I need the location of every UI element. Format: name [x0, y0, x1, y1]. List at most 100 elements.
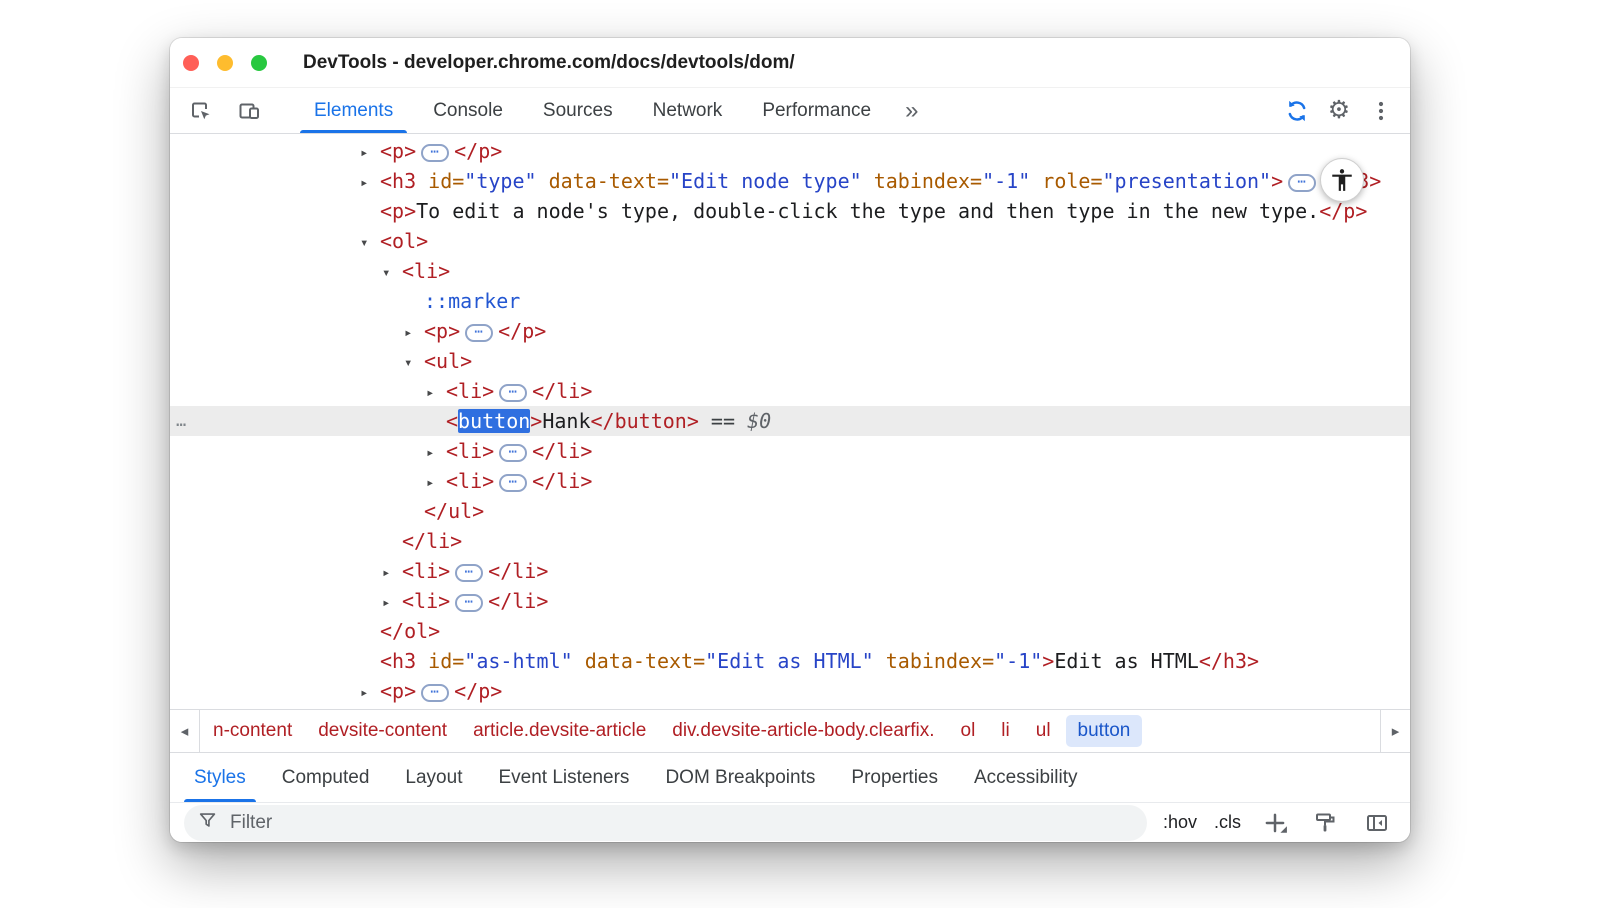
- minimize-window-button[interactable]: [217, 55, 233, 71]
- tab-event-listeners[interactable]: Event Listeners: [480, 753, 647, 802]
- dom-tree-line[interactable]: ▸<p>⋯</p>: [170, 676, 1410, 706]
- tab-dom-breakpoints[interactable]: DOM Breakpoints: [647, 753, 833, 802]
- main-toolbar: ElementsConsoleSourcesNetworkPerformance…: [170, 88, 1410, 134]
- device-toolbar-icon[interactable]: [232, 94, 266, 128]
- attribute-name-token: tabindex=: [874, 649, 994, 673]
- breadcrumb-item-n-content[interactable]: n-content: [200, 710, 305, 752]
- inline-expand-badge[interactable]: ⋯: [455, 594, 483, 612]
- dom-tree-line[interactable]: …<button>Hank</button> == $0: [170, 406, 1410, 436]
- collapse-arrow-icon[interactable]: ▾: [360, 228, 380, 258]
- inline-expand-badge[interactable]: ⋯: [1288, 174, 1316, 192]
- inline-expand-badge[interactable]: ⋯: [465, 324, 493, 342]
- breadcrumb-item-ul[interactable]: ul: [1023, 710, 1064, 752]
- toggle-element-classes-cls[interactable]: .cls: [1214, 812, 1241, 833]
- close-window-button[interactable]: [183, 55, 199, 71]
- dom-tree-line[interactable]: </ol>: [170, 616, 1410, 646]
- tab-styles[interactable]: Styles: [176, 753, 264, 802]
- dom-tree-line[interactable]: ▸<li>⋯</li>: [170, 586, 1410, 616]
- expand-arrow-icon[interactable]: ▸: [382, 588, 402, 618]
- tab-computed[interactable]: Computed: [264, 753, 388, 802]
- settings-gear-icon[interactable]: ⚙: [1322, 94, 1356, 128]
- expand-arrow-icon[interactable]: ▸: [360, 138, 380, 168]
- dom-tree-line[interactable]: </li>: [170, 526, 1410, 556]
- tag-token: </li>: [488, 559, 548, 583]
- filter-funnel-icon: [197, 809, 219, 836]
- tag-token: </p>: [498, 319, 546, 343]
- text-token: To edit a node's type, double-click the …: [416, 199, 1319, 223]
- breadcrumb-item-ol[interactable]: ol: [948, 710, 989, 752]
- sync-updates-icon[interactable]: [1280, 94, 1314, 128]
- breadcrumb-item-devsite-content[interactable]: devsite-content: [305, 710, 460, 752]
- maximize-window-button[interactable]: [251, 55, 267, 71]
- tab-accessibility[interactable]: Accessibility: [956, 753, 1095, 802]
- tab-properties[interactable]: Properties: [833, 753, 956, 802]
- inspect-element-icon[interactable]: [184, 94, 218, 128]
- breadcrumb-item-div-devsite-article-body-clearfix[interactable]: div.devsite-article-body.clearfix.: [659, 710, 947, 752]
- inline-expand-badge[interactable]: ⋯: [421, 684, 449, 702]
- tag-token: >: [1271, 169, 1283, 193]
- tag-token: <ol>: [380, 229, 428, 253]
- tab-console[interactable]: Console: [413, 88, 523, 133]
- text-token: Hank: [542, 409, 590, 433]
- dom-tree-line[interactable]: ▸<h3 id="type" data-text="Edit node type…: [170, 166, 1410, 196]
- breadcrumb-item-li[interactable]: li: [988, 710, 1022, 752]
- collapse-arrow-icon[interactable]: ▾: [404, 348, 424, 378]
- dom-tree-line[interactable]: ▸<li>⋯</li>: [170, 556, 1410, 586]
- inline-expand-badge[interactable]: ⋯: [421, 144, 449, 162]
- expand-arrow-icon[interactable]: ▸: [404, 318, 424, 348]
- dom-tree-line[interactable]: ▸<li>⋯</li>: [170, 436, 1410, 466]
- tab-sources[interactable]: Sources: [523, 88, 633, 133]
- breadcrumb-scroll-right-icon[interactable]: ▸: [1380, 710, 1410, 752]
- tag-token: <li>: [446, 439, 494, 463]
- inline-expand-badge[interactable]: ⋯: [499, 444, 527, 462]
- kebab-menu-icon[interactable]: [1364, 94, 1398, 128]
- tab-elements[interactable]: Elements: [294, 88, 413, 133]
- new-style-rule-plus-icon[interactable]: [1258, 806, 1292, 840]
- breadcrumb-item-article-devsite-article[interactable]: article.devsite-article: [460, 710, 659, 752]
- toggle-element-state-hov[interactable]: :hov: [1163, 812, 1197, 833]
- breadcrumb-item-button[interactable]: button: [1066, 715, 1143, 747]
- dom-tree-line[interactable]: ▾<ul>: [170, 346, 1410, 376]
- attribute-name-token: data-text=: [537, 169, 669, 193]
- more-tabs-icon[interactable]: »: [891, 88, 932, 133]
- tag-token: </p>: [454, 139, 502, 163]
- dom-tree-line[interactable]: ▸<p>⋯</p>: [170, 316, 1410, 346]
- dom-tree-line[interactable]: ::marker: [170, 286, 1410, 316]
- dollar-zero-ref: $0: [747, 409, 771, 433]
- styles-filter-input[interactable]: [184, 805, 1147, 841]
- expand-arrow-icon[interactable]: ▸: [426, 468, 446, 498]
- tag-token: </ul>: [424, 499, 484, 523]
- dom-tree-line[interactable]: ▾<ol>: [170, 226, 1410, 256]
- tag-token: <ul>: [424, 349, 472, 373]
- paint-roller-icon[interactable]: [1309, 806, 1343, 840]
- expand-arrow-icon[interactable]: ▸: [426, 378, 446, 408]
- tab-layout[interactable]: Layout: [387, 753, 480, 802]
- tag-token: <h3: [380, 169, 416, 193]
- expand-arrow-icon[interactable]: ▸: [360, 678, 380, 708]
- expand-arrow-icon[interactable]: ▸: [426, 438, 446, 468]
- dom-tree-line[interactable]: ▾<li>: [170, 256, 1410, 286]
- tab-performance[interactable]: Performance: [742, 88, 891, 133]
- sidebar-tab-strip: StylesComputedLayoutEvent ListenersDOM B…: [170, 753, 1410, 803]
- attribute-value-token: "-1": [982, 169, 1030, 193]
- toggle-sidebar-panel-icon[interactable]: [1360, 806, 1394, 840]
- inline-expand-badge[interactable]: ⋯: [499, 384, 527, 402]
- breadcrumb-scroll-left-icon[interactable]: ◂: [170, 710, 200, 752]
- tag-token: </ol>: [380, 619, 440, 643]
- attribute-value-token: "Edit node type": [669, 169, 862, 193]
- inline-expand-badge[interactable]: ⋯: [499, 474, 527, 492]
- dom-tree-line[interactable]: ▸<li>⋯</li>: [170, 376, 1410, 406]
- expand-arrow-icon[interactable]: ▸: [360, 168, 380, 198]
- expand-arrow-icon[interactable]: ▸: [382, 558, 402, 588]
- dom-tree-line[interactable]: <p>To edit a node's type, double-click t…: [170, 196, 1410, 226]
- attribute-name-token: role=: [1030, 169, 1102, 193]
- dom-tree-line[interactable]: </ul>: [170, 496, 1410, 526]
- row-actions-icon[interactable]: …: [176, 406, 187, 436]
- dom-tree-line[interactable]: <h3 id="as-html" data-text="Edit as HTML…: [170, 646, 1410, 676]
- tab-network[interactable]: Network: [633, 88, 743, 133]
- dom-tree-line[interactable]: ▸<li>⋯</li>: [170, 466, 1410, 496]
- inline-expand-badge[interactable]: ⋯: [455, 564, 483, 582]
- dom-tree-line[interactable]: ▸<p>⋯</p>: [170, 136, 1410, 166]
- tag-token: <h3: [380, 649, 416, 673]
- collapse-arrow-icon[interactable]: ▾: [382, 258, 402, 288]
